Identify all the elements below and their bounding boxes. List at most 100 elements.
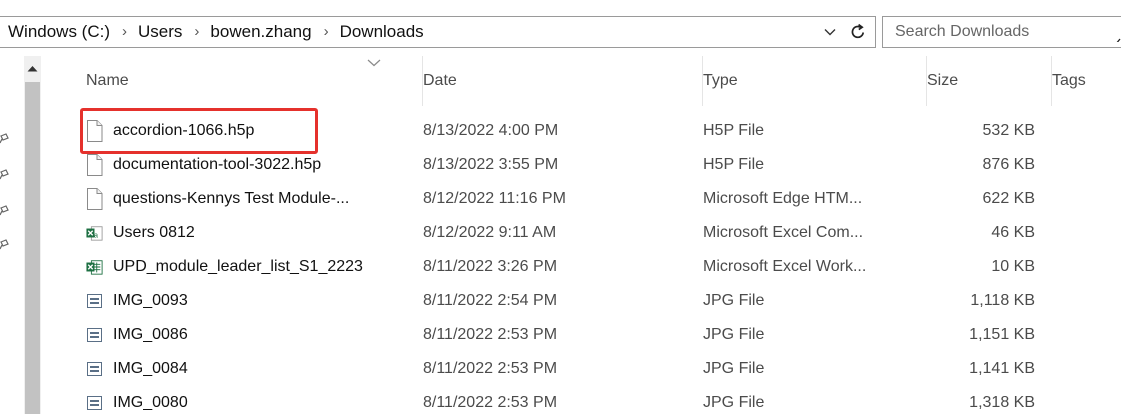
file-date: 8/12/2022 9:11 AM [423,224,557,241]
navigation-pane-edge [0,48,10,414]
column-header-name[interactable]: Name [41,56,423,106]
breadcrumb-users[interactable]: Users [138,22,182,42]
file-size: 1,141 KB [969,360,1035,377]
pin-icon [0,238,10,252]
breadcrumb: Windows (C:) › Users › bowen.zhang › Dow… [8,17,424,47]
excel-workbook-icon [86,256,103,278]
refresh-icon [851,23,865,39]
blank-file-icon [86,120,103,142]
scroll-up-button[interactable] [24,56,41,80]
breadcrumb-user-folder[interactable]: bowen.zhang [210,22,311,42]
address-bar[interactable]: Windows (C:) › Users › bowen.zhang › Dow… [0,16,876,48]
file-date: 8/11/2022 3:26 PM [423,258,558,275]
svg-text:a: a [94,231,98,239]
column-headers: Name Date Type Size Tags [41,56,1121,106]
file-name: IMG_0093 [113,292,188,309]
file-type: H5P File [703,122,765,139]
pin-icon [0,168,10,182]
file-row[interactable]: IMG_0084 8/11/2022 2:53 PM JPG File 1,14… [41,352,1121,386]
search-icon[interactable] [1115,32,1121,42]
file-name: IMG_0080 [113,394,188,411]
file-date: 8/11/2022 2:53 PM [423,394,558,411]
file-name-cell: IMG_0093 [86,284,406,318]
file-type: JPG File [703,394,765,411]
file-size: 622 KB [982,190,1035,207]
file-name: accordion-1066.h5p [113,122,255,139]
column-header-date-label: Date [423,72,457,89]
breadcrumb-windows-c[interactable]: Windows (C:) [8,22,110,42]
file-name: UPD_module_leader_list_S1_2223 [113,258,363,275]
file-date: 8/11/2022 2:53 PM [423,360,558,377]
file-date: 8/11/2022 2:54 PM [423,292,558,309]
file-size: 46 KB [991,224,1035,241]
file-type: Microsoft Excel Com... [703,224,864,241]
file-name: IMG_0084 [113,360,188,377]
column-header-size[interactable]: Size [927,56,1052,106]
column-header-tags-label: Tags [1052,72,1086,89]
scroll-thumb[interactable] [25,82,40,414]
column-header-name-label: Name [86,72,129,89]
image-file-icon [86,358,103,380]
file-name: questions-Kennys Test Module-... [113,190,350,207]
file-type: JPG File [703,292,765,309]
image-file-icon [86,392,103,414]
chevron-up-icon [27,65,38,71]
pin-icon [0,204,10,218]
pin-icon [0,132,10,146]
file-date: 8/11/2022 2:53 PM [423,326,558,343]
column-header-date[interactable]: Date [423,56,703,106]
file-row[interactable]: a Users 0812 8/12/2022 9:11 AM Microsoft… [41,216,1121,250]
breadcrumb-separator[interactable]: › [194,23,199,40]
file-date: 8/13/2022 3:55 PM [423,156,559,173]
file-date: 8/13/2022 4:00 PM [423,122,559,139]
file-row[interactable]: accordion-1066.h5p 8/13/2022 4:00 PM H5P… [41,114,1121,148]
file-name-cell: documentation-tool-3022.h5p [86,148,406,182]
blank-file-icon [86,188,103,210]
image-file-icon [86,324,103,346]
chevron-down-icon [824,29,836,36]
breadcrumb-downloads[interactable]: Downloads [340,22,424,42]
search-input[interactable] [883,17,1121,47]
file-type: Microsoft Excel Work... [703,258,867,275]
file-row[interactable]: IMG_0080 8/11/2022 2:53 PM JPG File 1,31… [41,386,1121,420]
column-header-size-label: Size [927,72,959,89]
file-row[interactable]: IMG_0093 8/11/2022 2:54 PM JPG File 1,11… [41,284,1121,318]
file-type: H5P File [703,156,765,173]
file-name-cell: accordion-1066.h5p [86,114,406,148]
file-name: IMG_0086 [113,326,188,343]
navigation-pane-scrollbar[interactable] [24,56,41,414]
column-header-type-label: Type [703,72,738,89]
file-type: Microsoft Edge HTM... [703,190,863,207]
file-size: 532 KB [982,122,1035,139]
file-name-cell: UPD_module_leader_list_S1_2223 [86,250,406,284]
file-name: documentation-tool-3022.h5p [113,156,322,173]
file-size: 1,318 KB [969,394,1035,411]
file-size: 1,151 KB [969,326,1035,343]
file-row[interactable]: documentation-tool-3022.h5p 8/13/2022 3:… [41,148,1121,182]
file-size: 1,118 KB [970,292,1035,309]
file-name-cell: questions-Kennys Test Module-... [86,182,406,216]
file-name-cell: IMG_0086 [86,318,406,352]
breadcrumb-separator[interactable]: › [122,23,127,40]
file-name-cell: IMG_0084 [86,352,406,386]
file-size: 10 KB [991,258,1035,275]
breadcrumb-separator[interactable]: › [324,23,329,40]
column-header-tags[interactable]: Tags [1052,56,1121,106]
file-row[interactable]: IMG_0086 8/11/2022 2:53 PM JPG File 1,15… [41,318,1121,352]
file-row[interactable]: questions-Kennys Test Module-... 8/12/20… [41,182,1121,216]
file-size: 876 KB [982,156,1035,173]
chevron-down-icon [367,59,381,67]
file-date: 8/12/2022 11:16 PM [423,190,566,207]
file-name-cell: a Users 0812 [86,216,406,250]
navigation-bar: Windows (C:) › Users › bowen.zhang › Dow… [0,0,1121,48]
image-file-icon [86,290,103,312]
file-name-cell: IMG_0080 [86,386,406,420]
file-name: Users 0812 [113,224,195,241]
address-history-dropdown-button[interactable] [819,21,841,43]
refresh-button[interactable] [846,20,870,44]
file-type: JPG File [703,326,765,343]
file-type: JPG File [703,360,765,377]
column-header-type[interactable]: Type [703,56,927,106]
file-row[interactable]: UPD_module_leader_list_S1_2223 8/11/2022… [41,250,1121,284]
search-box[interactable] [882,16,1121,48]
